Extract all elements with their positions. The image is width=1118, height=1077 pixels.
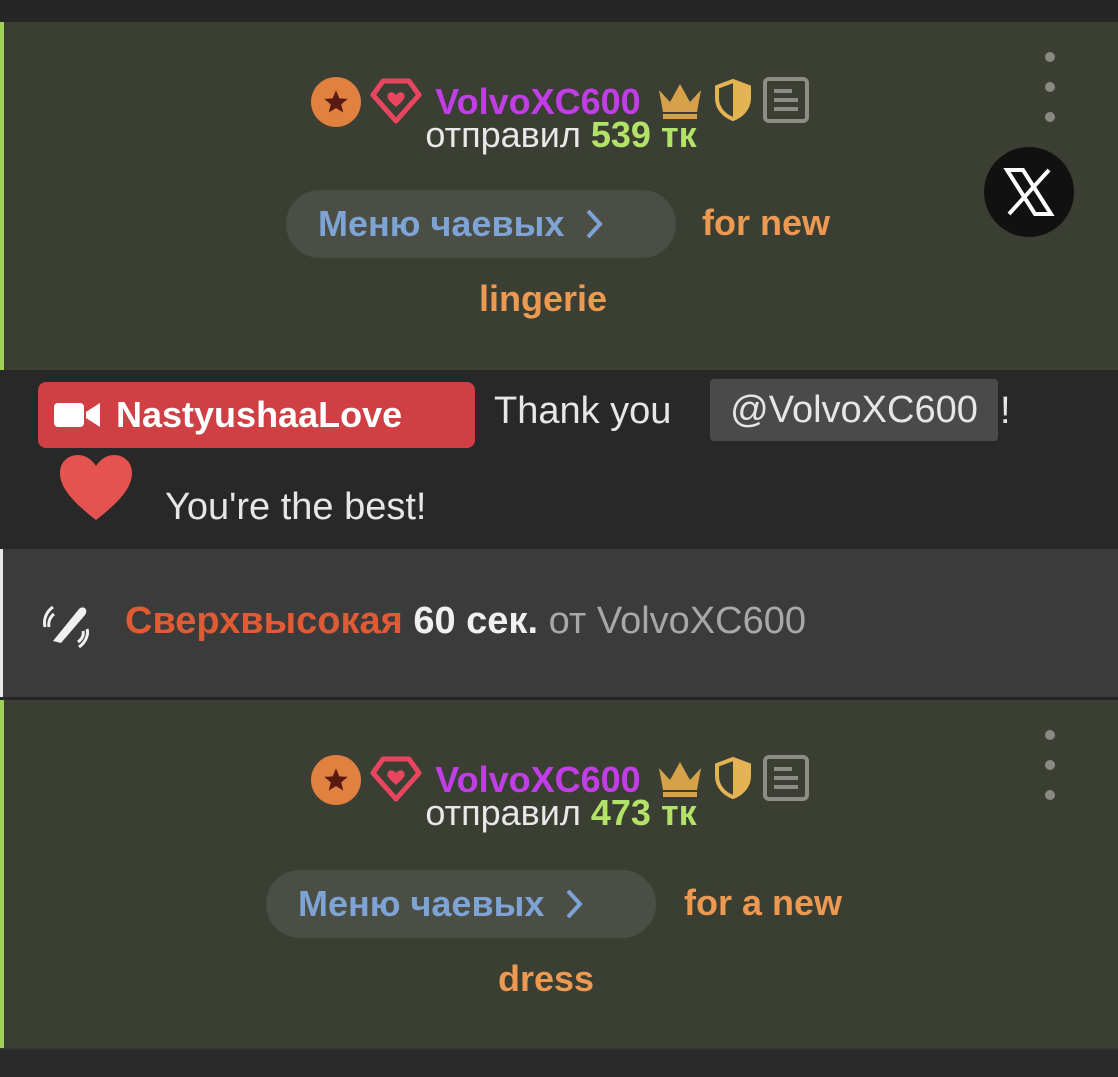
chevron-right-icon <box>566 889 584 919</box>
top-bar <box>0 0 1118 22</box>
toy-activation: Сверхвысокая 60 сек. от VolvoXC600 <box>0 549 1118 697</box>
broadcaster-name: NastyushaaLove <box>116 394 403 435</box>
toy-line: Сверхвысокая 60 сек. от VolvoXC600 <box>125 600 806 643</box>
tip-message: VolvoXC600 отправил 539 тк Меню чаевых f… <box>0 22 1118 370</box>
toy-level: Сверхвысокая <box>125 600 403 642</box>
tip-note-line2: lingerie <box>479 278 608 319</box>
tip-menu-button[interactable]: Меню чаевых <box>266 870 656 938</box>
heart-icon <box>58 454 134 527</box>
toy-duration: 60 сек. <box>413 600 538 642</box>
chat-message: NastyushaaLove Thank you @VolvoXC600 ! Y… <box>0 370 1118 548</box>
chevron-right-icon <box>586 209 604 239</box>
tip-amount: 473 тк <box>590 792 697 833</box>
tip-menu-button[interactable]: Меню чаевых <box>286 190 676 258</box>
kebab-menu-icon[interactable] <box>1040 52 1060 122</box>
tip-menu-label: Меню чаевых <box>318 203 565 244</box>
broadcaster-badge[interactable]: NastyushaaLove <box>38 382 475 448</box>
tip-note-line2: dress <box>498 958 595 999</box>
video-camera-icon <box>54 403 100 427</box>
toy-from-prefix: от <box>548 600 587 642</box>
sent-prefix: отправил <box>425 792 581 833</box>
tip-menu-label: Меню чаевых <box>298 883 545 924</box>
x-logo-icon[interactable] <box>984 147 1074 237</box>
chat-punct: ! <box>1000 390 1011 432</box>
tip-message: VolvoXC600 отправил 473 тк Меню чаевых f… <box>0 700 1118 1048</box>
tip-amount: 539 тк <box>590 114 697 155</box>
kebab-menu-icon[interactable] <box>1040 730 1060 800</box>
chat-mention[interactable]: @VolvoXC600 <box>710 379 998 441</box>
vibrator-icon <box>39 597 95 658</box>
toy-from-user[interactable]: VolvoXC600 <box>597 600 806 642</box>
chat-text-line2: You're the best! <box>165 486 427 528</box>
sent-prefix: отправил <box>425 114 581 155</box>
tip-note-line1: for new <box>702 202 831 243</box>
bottom-input-bar[interactable] <box>0 1048 1118 1077</box>
tip-amount-line: отправил 473 тк <box>4 792 1118 834</box>
chat-text: Thank you <box>494 390 672 432</box>
tip-note-line1: for a new <box>684 882 843 923</box>
tip-amount-line: отправил 539 тк <box>4 114 1118 156</box>
